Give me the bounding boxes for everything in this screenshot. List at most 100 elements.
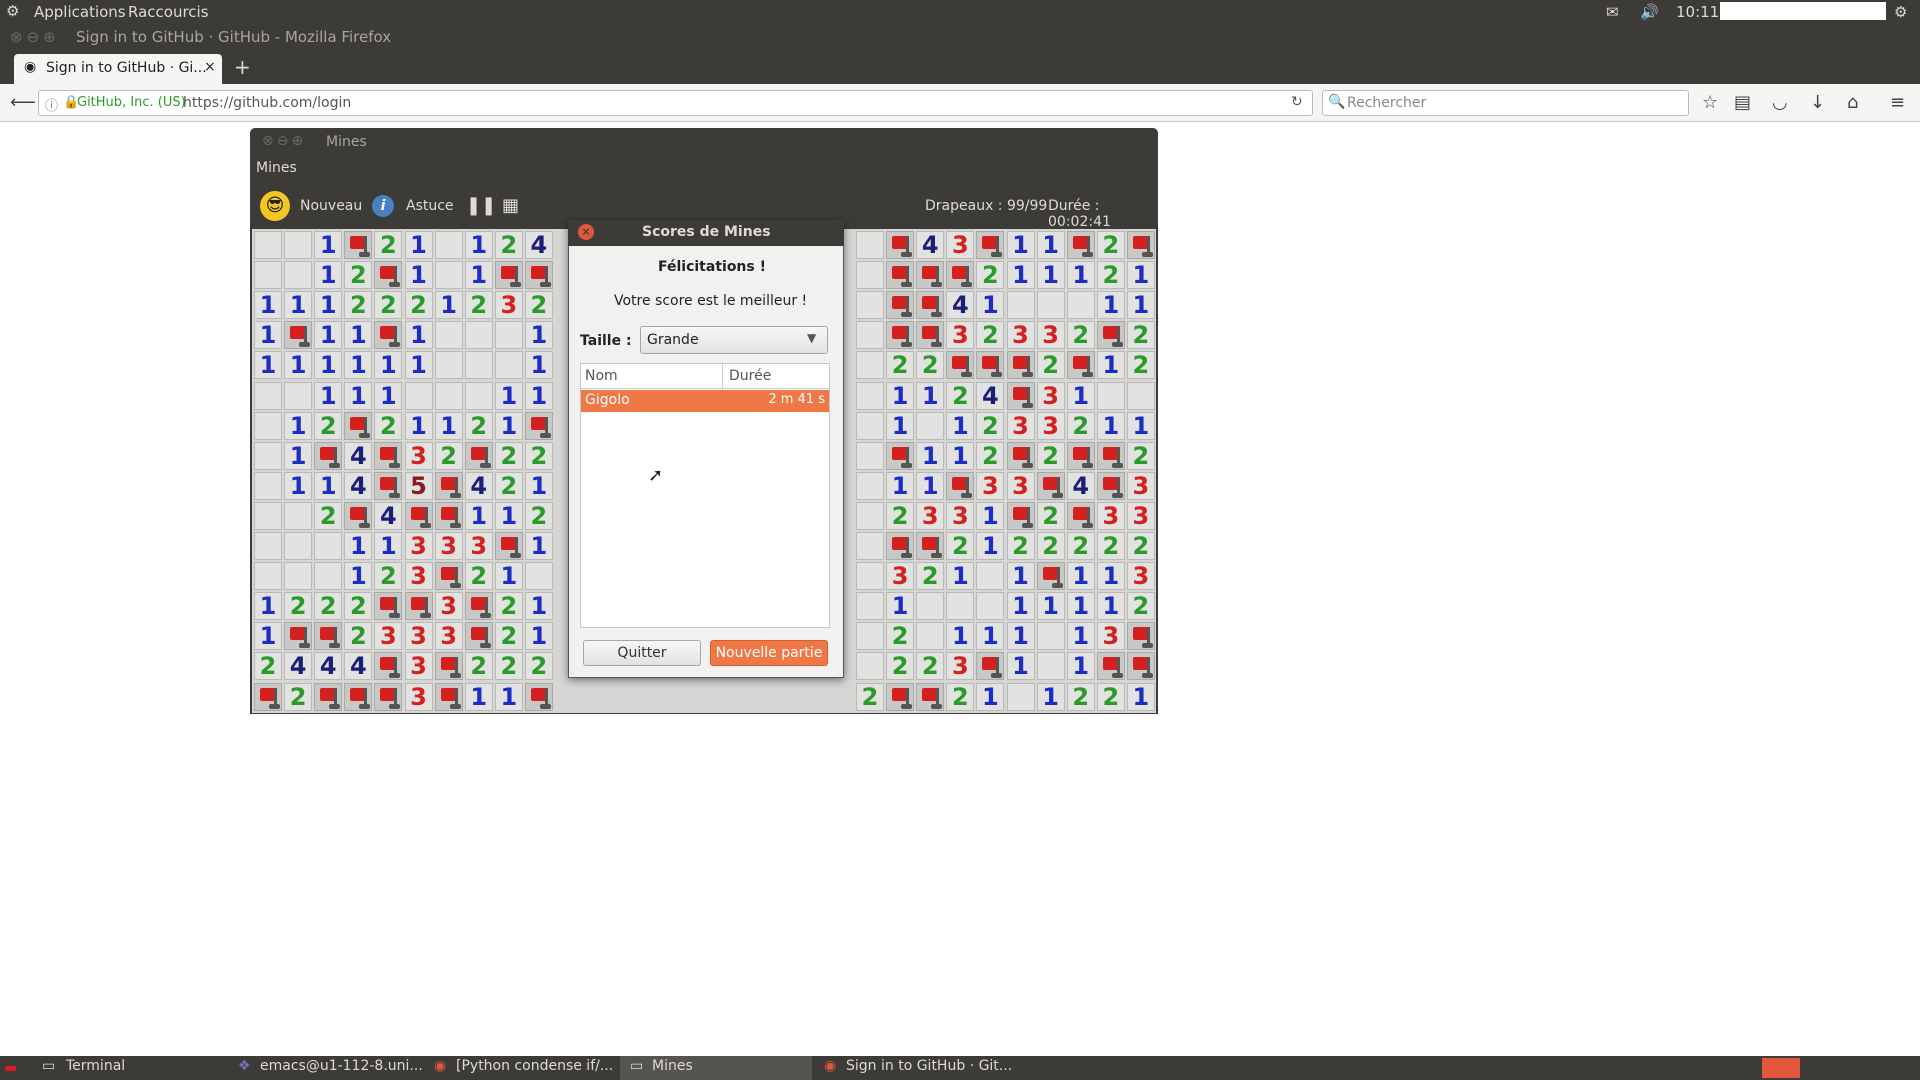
search-bar[interactable]: 🔍 Rechercher — [1322, 90, 1689, 116]
mine-cell[interactable]: 1 — [946, 411, 975, 440]
mine-cell[interactable]: 1 — [314, 291, 343, 320]
tab-github-login[interactable]: ◉ Sign in to GitHub · Gi... × — [14, 54, 222, 84]
workspace-switcher-icon[interactable] — [1762, 1058, 1800, 1078]
mine-cell[interactable] — [284, 532, 313, 560]
mine-cell[interactable]: 1 — [1066, 381, 1095, 410]
mine-cell[interactable]: 4 — [314, 652, 343, 681]
mine-cell[interactable]: 3 — [404, 652, 433, 681]
mines-window-controls-icon[interactable]: ⊗⊖⊕ — [262, 133, 306, 149]
mine-cell[interactable] — [254, 231, 282, 259]
mine-cell[interactable]: 2 — [284, 682, 313, 711]
mine-cell[interactable]: 1 — [1066, 622, 1095, 651]
mine-cell[interactable]: 2 — [1126, 532, 1155, 560]
tab-close-icon[interactable]: × — [204, 59, 216, 75]
column-header-name[interactable]: Nom — [585, 368, 618, 384]
mine-cell[interactable]: 2 — [464, 562, 493, 591]
mine-cell[interactable] — [886, 532, 915, 560]
mine-cell[interactable]: 1 — [976, 532, 1005, 560]
mine-cell[interactable] — [434, 261, 463, 290]
mine-cell[interactable]: 1 — [284, 441, 313, 470]
mine-cell[interactable]: 1 — [404, 231, 433, 259]
mine-cell[interactable] — [1036, 471, 1065, 500]
taskbar-item-python[interactable]: [Python condense if/... — [456, 1058, 613, 1078]
mine-cell[interactable]: 1 — [946, 622, 975, 651]
settings-gear-icon[interactable]: ⚙ — [1894, 3, 1907, 21]
mine-cell[interactable] — [856, 351, 884, 380]
mine-cell[interactable] — [1126, 622, 1155, 651]
mine-cell[interactable]: 1 — [344, 321, 373, 350]
mine-cell[interactable]: 1 — [946, 441, 975, 470]
mine-cell[interactable]: 2 — [1036, 501, 1065, 530]
mine-cell[interactable] — [1126, 231, 1155, 259]
mine-cell[interactable] — [284, 622, 313, 651]
mine-cell[interactable]: 1 — [916, 441, 945, 470]
mine-cell[interactable]: 1 — [886, 411, 915, 440]
mine-cell[interactable]: 1 — [494, 501, 523, 530]
mine-cell[interactable] — [1096, 652, 1125, 681]
mine-cell[interactable] — [404, 381, 433, 410]
mine-cell[interactable]: 1 — [344, 351, 373, 380]
mine-cell[interactable]: 2 — [1096, 682, 1125, 711]
mine-cell[interactable]: 1 — [1066, 652, 1095, 681]
mine-cell[interactable] — [1006, 682, 1035, 711]
mine-cell[interactable] — [464, 592, 493, 621]
mine-cell[interactable]: 2 — [494, 231, 523, 259]
bookmark-star-icon[interactable]: ☆ — [1702, 92, 1718, 113]
mine-cell[interactable]: 2 — [886, 501, 915, 530]
mine-cell[interactable]: 2 — [1126, 351, 1155, 380]
mine-cell[interactable]: 4 — [374, 501, 403, 530]
mine-cell[interactable]: 1 — [494, 411, 523, 440]
mine-cell[interactable]: 1 — [254, 321, 282, 350]
fullscreen-icon[interactable]: ▦ — [502, 195, 519, 216]
mine-cell[interactable]: 1 — [1066, 592, 1095, 621]
mine-cell[interactable] — [1066, 441, 1095, 470]
mine-cell[interactable] — [1006, 441, 1035, 470]
mine-cell[interactable]: 3 — [404, 562, 433, 591]
mine-cell[interactable] — [856, 231, 884, 259]
url-bar[interactable]: ⓘ 🔒 GitHub, Inc. (US) https://github.com… — [38, 90, 1313, 116]
mine-cell[interactable]: 2 — [374, 231, 403, 259]
mine-cell[interactable]: 1 — [886, 381, 915, 410]
mine-cell[interactable]: 1 — [254, 592, 282, 621]
mine-cell[interactable]: 1 — [976, 682, 1005, 711]
mine-cell[interactable]: 3 — [1126, 471, 1155, 500]
mine-cell[interactable] — [284, 261, 313, 290]
taskbar-item-github[interactable]: Sign in to GitHub · Git... — [846, 1058, 1012, 1078]
mine-cell[interactable]: 1 — [404, 351, 433, 380]
mine-cell[interactable]: 2 — [494, 622, 523, 651]
mine-cell[interactable] — [916, 411, 945, 440]
mine-cell[interactable] — [464, 381, 493, 410]
mine-cell[interactable]: 1 — [254, 351, 282, 380]
mine-cell[interactable]: 2 — [464, 291, 493, 320]
mine-cell[interactable]: 3 — [404, 682, 433, 711]
mine-cell[interactable]: 2 — [1066, 532, 1095, 560]
mine-cell[interactable] — [916, 622, 945, 651]
mine-cell[interactable]: 2 — [946, 381, 975, 410]
mine-cell[interactable]: 1 — [976, 622, 1005, 651]
url-text[interactable]: https://github.com/login — [183, 95, 351, 111]
mine-cell[interactable]: 2 — [916, 652, 945, 681]
mine-cell[interactable] — [946, 471, 975, 500]
mine-cell[interactable] — [254, 562, 282, 591]
mine-cell[interactable]: 2 — [1096, 261, 1125, 290]
mine-cell[interactable]: 3 — [434, 592, 463, 621]
mine-cell[interactable]: 2 — [976, 261, 1005, 290]
pause-icon[interactable]: ❚❚ — [466, 195, 496, 216]
mine-cell[interactable]: 2 — [464, 411, 493, 440]
mine-cell[interactable] — [404, 592, 433, 621]
mine-cell[interactable]: 1 — [1096, 291, 1125, 320]
mine-cell[interactable]: 1 — [344, 381, 373, 410]
mine-cell[interactable]: 1 — [524, 351, 553, 380]
mine-cell[interactable]: 1 — [976, 501, 1005, 530]
mine-cell[interactable]: 2 — [494, 471, 523, 500]
size-select[interactable]: Grande ▼ — [640, 326, 828, 354]
shortcuts-menu[interactable]: Raccourcis — [128, 3, 209, 21]
mine-cell[interactable] — [856, 291, 884, 320]
mine-cell[interactable] — [1096, 441, 1125, 470]
mine-cell[interactable] — [856, 592, 884, 621]
mine-cell[interactable] — [344, 411, 373, 440]
mail-icon[interactable]: ✉ — [1606, 3, 1619, 21]
mine-cell[interactable] — [1066, 231, 1095, 259]
mine-cell[interactable]: 1 — [1006, 261, 1035, 290]
mine-cell[interactable] — [856, 261, 884, 290]
